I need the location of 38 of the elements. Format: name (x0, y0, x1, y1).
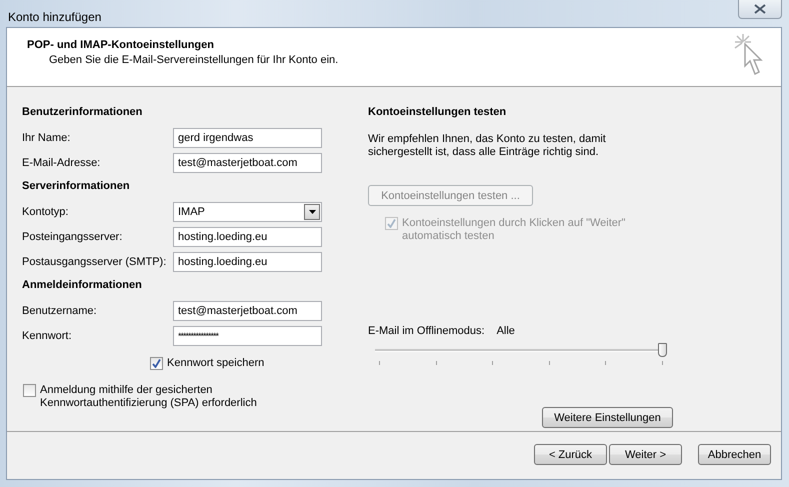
slider-value: Alle (496, 325, 515, 337)
field-label: Benutzername: (22, 305, 98, 317)
password-field[interactable]: **************** (173, 326, 322, 346)
slider[interactable] (375, 343, 667, 365)
page-subtitle: Geben Sie die E-Mail-Servereinstellungen für Ihr Konto ein. (49, 54, 338, 67)
input-field[interactable]: test@masterjetboat.com (173, 153, 322, 173)
dialog-button[interactable]: Weiter > (609, 444, 682, 465)
window-title: Konto hinzufügen (8, 10, 102, 24)
field-label: Posteingangsserver: (22, 231, 124, 243)
page-title: POP- und IMAP-Kontoeinstellungen (27, 38, 215, 52)
dropdown[interactable]: IMAP (173, 202, 322, 222)
input-field[interactable]: hosting.loeding.eu (173, 252, 322, 272)
close-button[interactable] (738, 0, 782, 19)
checkbox-label: Anmeldung mithilfe der gesicherten Kennwortauthentifizierung (SPA) erforderlich (40, 384, 258, 410)
close-icon (754, 4, 766, 14)
input-field[interactable]: hosting.loeding.eu (173, 227, 322, 247)
section-heading: Benutzerinformationen (22, 105, 144, 120)
checkbox-label: Kennwort speichern (167, 357, 264, 370)
slider-label: E-Mail im Offlinemodus: (368, 325, 485, 337)
field-label: E-Mail-Adresse: (22, 157, 102, 169)
more-settings-button[interactable]: Weitere Einstellungen (542, 407, 673, 428)
checkbox[interactable] (23, 384, 36, 397)
field-label: Postausgangsserver (SMTP): (22, 256, 168, 268)
checkbox[interactable] (150, 357, 163, 370)
slider-thumb[interactable] (658, 343, 667, 357)
input-field[interactable]: test@masterjetboat.com (173, 301, 322, 321)
dropdown-arrow-icon (308, 210, 316, 214)
dialog-button[interactable]: Abbrechen (698, 444, 771, 465)
section-heading: Anmeldeinformationen (22, 278, 143, 293)
section-heading: Serverinformationen (22, 179, 131, 194)
dialog-button[interactable]: < Zurück (534, 444, 607, 465)
field-label: Kontotyp: (22, 206, 70, 218)
checkbox-label: Kontoeinstellungen durch Klicken auf "Weiter" automatisch testen (402, 217, 626, 243)
description-text: Wir empfehlen Ihnen, das Konto zu testen, damit sichergestellt ist, dass alle Einträge richtig sind. (368, 133, 607, 159)
field-label: Ihr Name: (22, 132, 72, 144)
input-field[interactable]: gerd irgendwas (173, 128, 322, 148)
field-label: Kennwort: (22, 330, 73, 342)
section-heading: Kontoeinstellungen testen (368, 105, 508, 120)
